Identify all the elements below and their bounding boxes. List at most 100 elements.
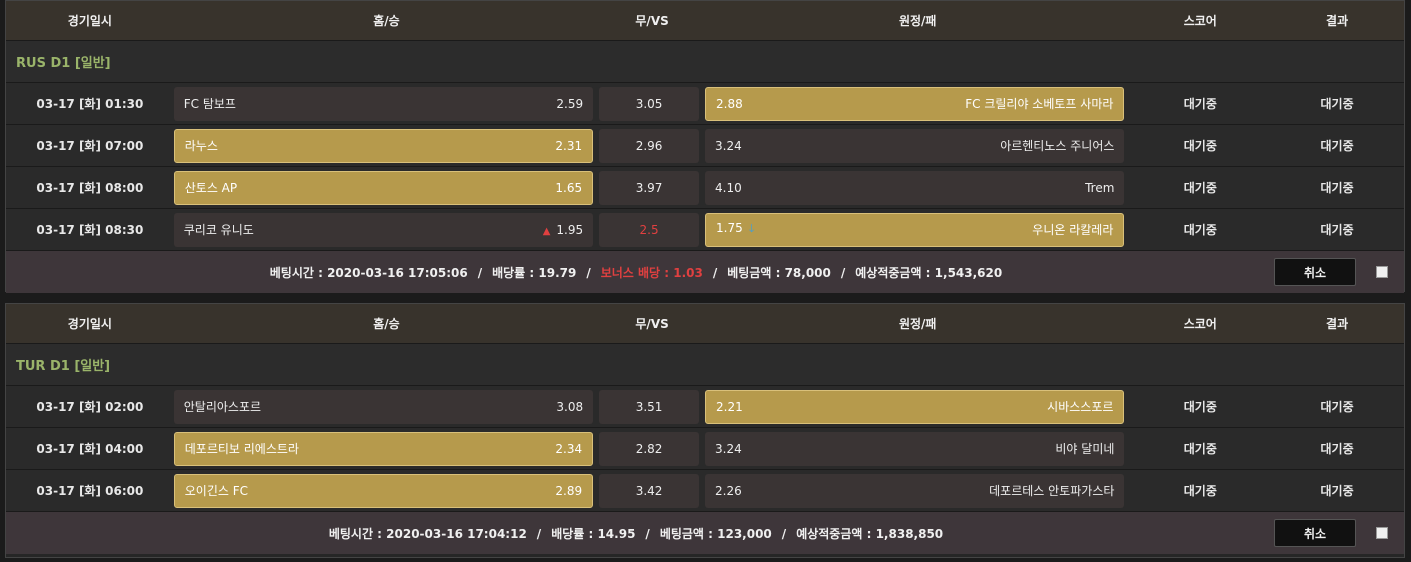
bet-rate: 배당률 : 19.79 — [492, 265, 577, 280]
away-odds: 2.88 — [716, 96, 743, 111]
away-odds: 2.26 — [715, 483, 742, 498]
home-odds-cell[interactable]: 오이긴스 FC 2.89 — [173, 473, 594, 508]
home-odds-cell[interactable]: 산토스 AP 1.65 — [173, 170, 594, 205]
score-status: 대기중 — [1183, 97, 1217, 111]
away-odds: 3.24 — [715, 441, 742, 456]
home-team: 쿠리코 유니도 — [183, 223, 254, 237]
away-team: FC 크릴리야 소베토프 사마라 — [965, 97, 1114, 111]
odds-down-icon: 🡓 — [748, 222, 755, 235]
draw-odds-cell[interactable]: 3.05 — [599, 86, 700, 121]
away-odds-cell[interactable]: 2.26 데포르테스 안토파가스타 — [705, 473, 1125, 508]
draw-odds: 3.51 — [635, 399, 663, 414]
result-status: 대기중 — [1320, 97, 1354, 111]
league-title: TUR D1 [일반] — [6, 344, 1404, 386]
away-odds-cell[interactable]: 1.75 🡓 우니온 라칼레라 — [705, 212, 1125, 247]
home-team: 데포르티보 리에스트라 — [184, 442, 299, 456]
score-status: 대기중 — [1183, 484, 1217, 498]
draw-odds: 2.5 — [639, 222, 659, 237]
draw-odds-cell[interactable]: 2.5 — [599, 212, 700, 247]
draw-odds: 3.97 — [635, 180, 663, 195]
match-time: 03-17 [화] 01:30 — [36, 97, 144, 111]
col-score: 스코어 — [1183, 14, 1217, 28]
col-score: 스코어 — [1183, 317, 1217, 331]
home-team: 오이긴스 FC — [184, 484, 249, 498]
col-draw: 무/VS — [635, 317, 669, 331]
match-row: 03-17 [화] 07:00 라누스 2.31 2.96 3.24 아르헨티노… — [6, 125, 1404, 167]
match-time: 03-17 [화] 07:00 — [36, 139, 144, 153]
draw-odds-cell[interactable]: 2.96 — [599, 128, 700, 163]
away-odds: 2.21 — [716, 399, 743, 414]
home-team: FC 탐보프 — [183, 97, 236, 111]
col-away: 원정/패 — [898, 317, 937, 331]
col-draw: 무/VS — [635, 14, 669, 28]
score-status: 대기중 — [1183, 442, 1217, 456]
result-status: 대기중 — [1320, 139, 1354, 153]
home-odds: 2.31 — [555, 138, 583, 153]
bet-slip: 경기일시 홈/승 무/VS 원정/패 스코어 결과 RUS D1 [일반] 03… — [5, 0, 1405, 293]
summary-text: 베팅시간 : 2020-03-16 17:05:06/배당률 : 19.79/보… — [269, 265, 1003, 280]
home-odds: 1.95 — [556, 222, 584, 237]
away-odds-cell[interactable]: 3.24 아르헨티노스 주니어스 — [705, 128, 1125, 163]
home-team: 산토스 AP — [184, 181, 238, 195]
cancel-button[interactable]: 취소 — [1274, 519, 1356, 547]
col-time: 경기일시 — [67, 14, 112, 28]
bet-slip: 경기일시 홈/승 무/VS 원정/패 스코어 결과 TUR D1 [일반] 03… — [5, 303, 1405, 558]
result-status: 대기중 — [1320, 400, 1354, 414]
result-status: 대기중 — [1320, 181, 1354, 195]
home-odds: 2.89 — [555, 483, 583, 498]
home-odds-cell[interactable]: 데포르티보 리에스트라 2.34 — [173, 431, 594, 466]
draw-odds-cell[interactable]: 2.82 — [599, 431, 700, 466]
away-odds: 1.75 — [716, 221, 743, 235]
away-odds-cell[interactable]: 2.21 시바스스포르 — [705, 389, 1125, 424]
home-odds-cell[interactable]: 쿠리코 유니도 ▲ 1.95 — [173, 212, 594, 247]
bonus-rate: 보너스 배당 : 1.03 — [600, 265, 703, 280]
slip-summary: 베팅시간 : 2020-03-16 17:04:12/배당률 : 14.95/베… — [6, 512, 1404, 554]
col-home: 홈/승 — [373, 317, 400, 331]
away-odds-cell[interactable]: 2.88 FC 크릴리야 소베토프 사마라 — [705, 86, 1125, 121]
away-team: 데포르테스 안토파가스타 — [989, 484, 1115, 498]
odds-up-icon: ▲ — [542, 225, 551, 237]
cancel-button[interactable]: 취소 — [1274, 258, 1356, 286]
match-time: 03-17 [화] 02:00 — [36, 400, 144, 414]
col-result: 결과 — [1326, 317, 1349, 331]
match-row: 03-17 [화] 02:00 안탈리아스포르 3.08 3.51 2.21 시… — [6, 386, 1404, 428]
draw-odds-cell[interactable]: 3.97 — [599, 170, 700, 205]
home-odds-cell[interactable]: 라누스 2.31 — [173, 128, 594, 163]
home-odds-cell[interactable]: FC 탐보프 2.59 — [173, 86, 594, 121]
draw-odds-cell[interactable]: 3.51 — [599, 389, 700, 424]
result-status: 대기중 — [1320, 223, 1354, 237]
summary-text: 베팅시간 : 2020-03-16 17:04:12/배당률 : 14.95/베… — [328, 526, 944, 541]
table-header: 경기일시 홈/승 무/VS 원정/패 스코어 결과 — [6, 1, 1404, 41]
away-odds-cell[interactable]: 4.10 Trem — [705, 170, 1125, 205]
away-odds: 3.24 — [715, 138, 742, 153]
home-team: 라누스 — [184, 139, 218, 153]
bet-rate: 배당률 : 14.95 — [551, 526, 636, 541]
match-row: 03-17 [화] 01:30 FC 탐보프 2.59 3.05 2.88 FC… — [6, 83, 1404, 125]
away-team: 시바스스포르 — [1047, 400, 1114, 414]
select-checkbox[interactable] — [1376, 266, 1388, 278]
match-time: 03-17 [화] 06:00 — [36, 484, 144, 498]
home-odds-cell[interactable]: 안탈리아스포르 3.08 — [173, 389, 594, 424]
match-time: 03-17 [화] 08:30 — [36, 223, 144, 237]
select-checkbox[interactable] — [1376, 527, 1388, 539]
score-status: 대기중 — [1183, 400, 1217, 414]
match-time: 03-17 [화] 08:00 — [36, 181, 144, 195]
expected-win: 예상적중금액 : 1,543,620 — [855, 265, 1003, 280]
league-title: RUS D1 [일반] — [6, 41, 1404, 83]
away-odds-cell[interactable]: 3.24 비야 달미네 — [705, 431, 1125, 466]
match-row: 03-17 [화] 06:00 오이긴스 FC 2.89 3.42 2.26 데… — [6, 470, 1404, 512]
bet-amount: 베팅금액 : 78,000 — [727, 265, 831, 280]
score-status: 대기중 — [1183, 223, 1217, 237]
bet-time: 베팅시간 : 2020-03-16 17:04:12 — [328, 526, 527, 541]
away-odds: 4.10 — [715, 180, 742, 195]
home-odds: 1.65 — [555, 180, 583, 195]
away-team: Trem — [1085, 180, 1115, 195]
match-time: 03-17 [화] 04:00 — [36, 442, 144, 456]
expected-win: 예상적중금액 : 1,838,850 — [796, 526, 944, 541]
match-row: 03-17 [화] 08:30 쿠리코 유니도 ▲ 1.95 2.5 1.75 🡓 … — [6, 209, 1404, 251]
draw-odds-cell[interactable]: 3.42 — [599, 473, 700, 508]
bet-amount: 베팅금액 : 123,000 — [659, 526, 772, 541]
score-status: 대기중 — [1183, 139, 1217, 153]
table-header: 경기일시 홈/승 무/VS 원정/패 스코어 결과 — [6, 304, 1404, 344]
home-odds: 2.59 — [556, 96, 584, 111]
